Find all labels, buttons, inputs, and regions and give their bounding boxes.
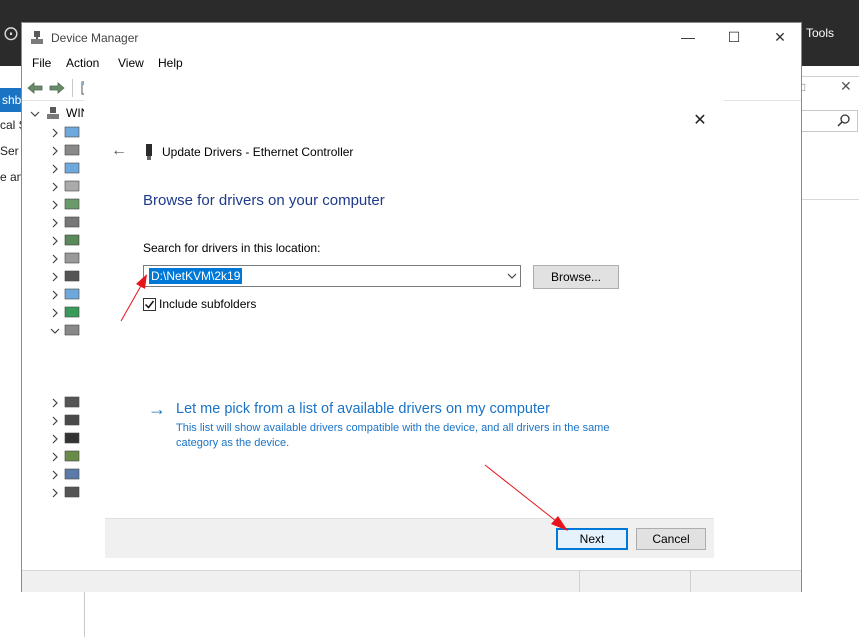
chevron-right-icon[interactable] bbox=[50, 488, 60, 498]
menu-help[interactable]: Help bbox=[158, 56, 183, 70]
sidebar-item-all-servers[interactable]: Ser bbox=[0, 144, 22, 158]
chevron-right-icon[interactable] bbox=[50, 434, 60, 444]
ethernet-device-icon bbox=[146, 144, 152, 160]
chevron-right-icon[interactable] bbox=[50, 236, 60, 246]
back-arrow-icon[interactable]: ← bbox=[111, 143, 129, 159]
pick-from-list-description[interactable]: This list will show available drivers co… bbox=[176, 421, 626, 451]
software-device-icon bbox=[64, 432, 80, 444]
server-manager-content bbox=[801, 76, 859, 637]
sidebar-item-local-server[interactable]: cal S bbox=[0, 118, 22, 132]
toolbar-separator bbox=[72, 79, 73, 97]
usb-icon bbox=[64, 486, 80, 498]
chevron-right-icon[interactable] bbox=[50, 128, 60, 138]
server-manager-title-bar bbox=[0, 0, 859, 22]
include-subfolders-checkbox[interactable] bbox=[143, 298, 156, 311]
pick-from-list-link[interactable]: Let me pick from a list of available dri… bbox=[176, 401, 550, 417]
browse-button[interactable]: Browse... bbox=[533, 265, 619, 289]
next-button[interactable]: Next bbox=[556, 528, 628, 550]
include-subfolders-label[interactable]: Include subfolders bbox=[159, 297, 256, 311]
status-bar-divider bbox=[690, 570, 691, 592]
hid-icon bbox=[64, 216, 80, 228]
dvd-drive-icon bbox=[64, 180, 80, 192]
mouse-icon bbox=[64, 270, 80, 282]
sidebar-item-file-storage[interactable]: e an bbox=[0, 170, 22, 184]
status-bar-divider bbox=[579, 570, 580, 592]
display-adapter-icon bbox=[64, 162, 80, 174]
maximize-button[interactable]: ☐ bbox=[711, 23, 757, 53]
tools-menu[interactable]: Tools bbox=[806, 26, 834, 40]
network-adapter-icon bbox=[64, 306, 80, 318]
print-queue-icon bbox=[64, 396, 80, 408]
checkmark-icon bbox=[144, 300, 155, 309]
search-icon[interactable] bbox=[836, 113, 852, 129]
window-title: Device Manager bbox=[51, 31, 139, 45]
chevron-right-icon[interactable] bbox=[50, 452, 60, 462]
menu-file[interactable]: File bbox=[32, 56, 51, 70]
server-manager-back-icon[interactable]: ⊙ bbox=[0, 20, 22, 48]
sidebar-item-dashboard[interactable]: shb bbox=[0, 88, 22, 112]
minimize-button[interactable]: — bbox=[665, 23, 711, 53]
forward-icon[interactable] bbox=[48, 79, 66, 97]
storage-controller-icon bbox=[64, 450, 80, 462]
chevron-right-icon[interactable] bbox=[50, 182, 60, 192]
chevron-right-icon[interactable] bbox=[50, 218, 60, 228]
search-location-label: Search for drivers in this location: bbox=[143, 241, 321, 255]
other-devices-icon bbox=[64, 324, 80, 336]
menu-view[interactable]: View bbox=[118, 56, 144, 70]
system-device-icon bbox=[64, 468, 80, 480]
tree-collapse-arrow[interactable] bbox=[30, 108, 40, 122]
chevron-right-icon[interactable] bbox=[50, 308, 60, 318]
chevron-down-icon[interactable] bbox=[505, 268, 519, 284]
dialog-close-button[interactable]: ✕ bbox=[688, 111, 712, 131]
computer-icon bbox=[64, 126, 80, 138]
cancel-button[interactable]: Cancel bbox=[636, 528, 706, 550]
keyboard-icon bbox=[64, 252, 80, 264]
dialog-title: Update Drivers - Ethernet Controller bbox=[162, 145, 354, 159]
chevron-right-icon[interactable] bbox=[50, 290, 60, 300]
disk-drive-icon bbox=[64, 144, 80, 156]
chevron-right-icon[interactable] bbox=[50, 200, 60, 210]
processor-icon bbox=[64, 414, 80, 426]
driver-path-value[interactable]: D:\NetKVM\2k19 bbox=[149, 268, 243, 284]
computer-root-icon bbox=[47, 107, 59, 119]
chevron-right-icon[interactable] bbox=[50, 254, 60, 264]
divider bbox=[84, 590, 85, 637]
floppy-icon bbox=[64, 198, 80, 210]
menu-action[interactable]: Action bbox=[66, 56, 99, 70]
chevron-right-icon[interactable] bbox=[50, 272, 60, 282]
device-manager-icon bbox=[31, 31, 43, 44]
chevron-right-icon[interactable] bbox=[50, 416, 60, 426]
back-icon[interactable] bbox=[26, 79, 44, 97]
chevron-right-icon[interactable] bbox=[50, 398, 60, 408]
chevron-right-icon[interactable] bbox=[50, 146, 60, 156]
monitor-icon bbox=[64, 288, 80, 300]
status-bar bbox=[22, 570, 801, 592]
close-button[interactable]: ✕ bbox=[757, 23, 803, 53]
chevron-right-icon[interactable] bbox=[50, 470, 60, 480]
chevron-down-icon[interactable] bbox=[50, 326, 60, 336]
chevron-right-icon[interactable] bbox=[50, 164, 60, 174]
close-icon[interactable]: ✕ bbox=[840, 78, 852, 95]
ide-controller-icon bbox=[64, 234, 80, 246]
divider bbox=[801, 199, 859, 200]
page-heading: Browse for drivers on your computer bbox=[143, 192, 385, 209]
arrow-right-icon[interactable]: → bbox=[148, 400, 166, 418]
